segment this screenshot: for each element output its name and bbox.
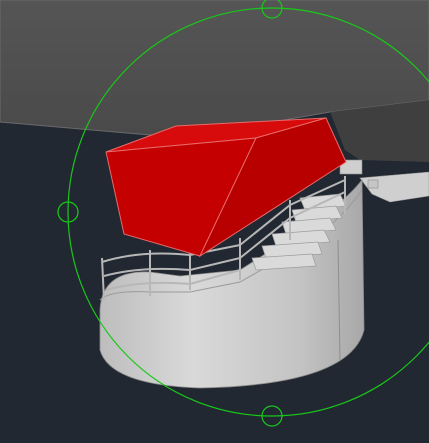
drawing-viewport[interactable] [0,0,429,443]
3d-scene[interactable] [0,0,429,443]
